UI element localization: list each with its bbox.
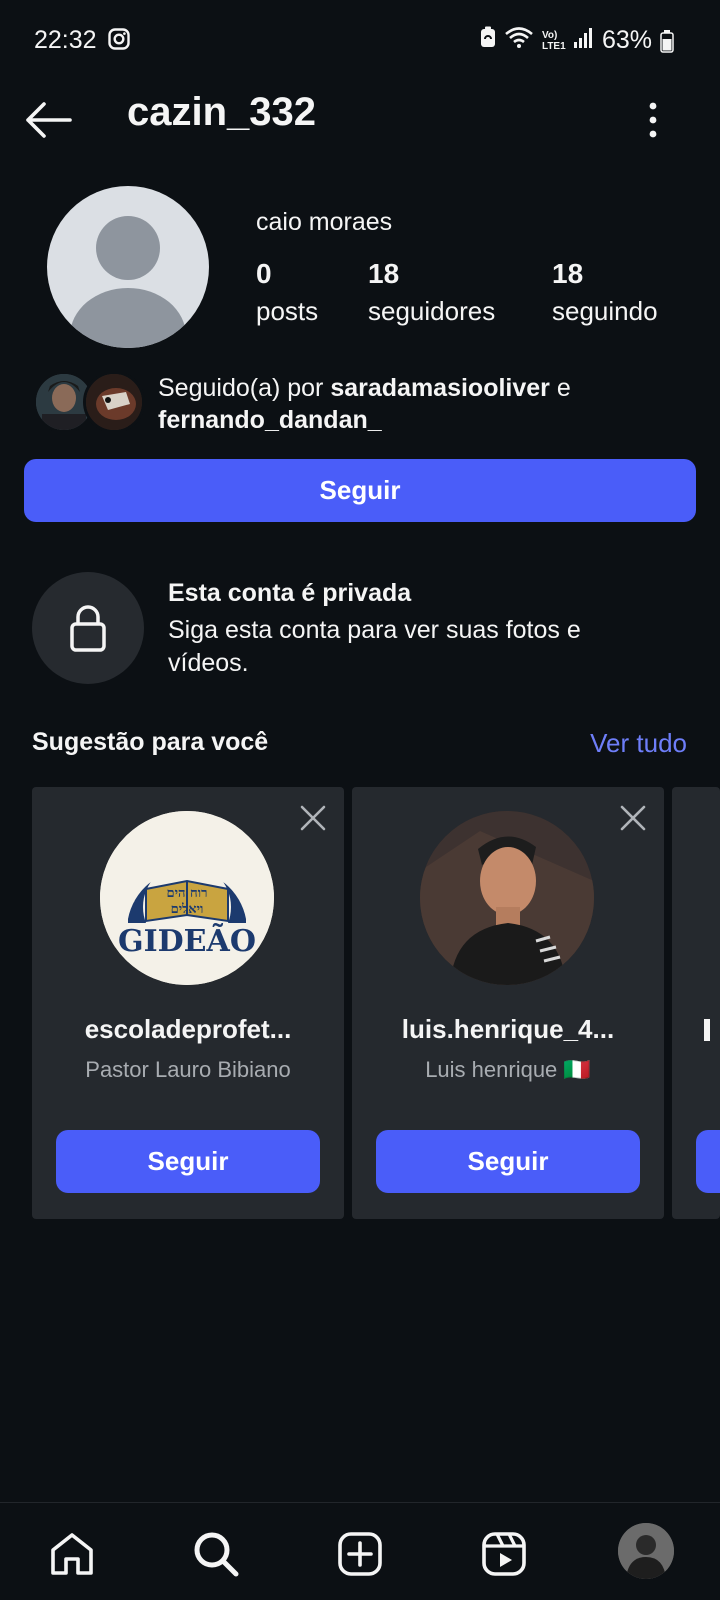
- followed-by-prefix: Seguido(a) por: [158, 374, 331, 402]
- following-stat[interactable]: 18 seguindo: [552, 258, 658, 327]
- more-vertical-icon: [649, 102, 657, 138]
- followers-count: 18: [368, 258, 400, 289]
- add-post-icon: [338, 1532, 382, 1576]
- suggestion-follow-button[interactable]: Seguir: [376, 1130, 640, 1193]
- status-bar: 22:32 Vo) LTE1 63%: [0, 0, 720, 84]
- suggestion-follow-button-partial[interactable]: [696, 1130, 720, 1193]
- battery-percent: 63%: [601, 26, 652, 54]
- nav-search[interactable]: [191, 1529, 241, 1579]
- private-account-title: Esta conta é privada: [168, 579, 412, 607]
- posts-label: posts: [256, 296, 319, 326]
- suggestion-username[interactable]: escoladeprofet...: [32, 1014, 344, 1045]
- private-lock-badge: [32, 572, 144, 684]
- close-icon: [300, 805, 326, 831]
- profile-full-name: caio moraes: [256, 208, 393, 236]
- suggestion-card-partial[interactable]: [672, 787, 720, 1219]
- followers-stat[interactable]: 18 seguidores: [368, 258, 495, 327]
- dismiss-suggestion-button[interactable]: [300, 805, 326, 831]
- followers-label: seguidores: [368, 296, 496, 326]
- suggestions-title: Sugestão para você: [32, 728, 269, 756]
- battery-saver-icon: [480, 26, 496, 55]
- bottom-navigation: [0, 1502, 720, 1600]
- posts-count: 0: [256, 258, 272, 289]
- network-label: Vo) LTE1: [541, 29, 566, 52]
- suggestion-avatar[interactable]: [420, 811, 594, 985]
- signal-icon: [573, 26, 594, 55]
- wifi-icon: [504, 26, 534, 55]
- suggestion-card[interactable]: ESCOLA DE PROFETAS רוח הים ויאלים GIDEÃO…: [32, 787, 344, 1219]
- following-count: 18: [552, 258, 584, 289]
- suggestion-avatar[interactable]: ESCOLA DE PROFETAS רוח הים ויאלים GIDEÃO: [100, 811, 274, 985]
- suggestion-username[interactable]: luis.henrique_4...: [352, 1014, 664, 1045]
- posts-stat: 0 posts: [256, 258, 318, 327]
- mutual-avatar-2: [83, 371, 145, 433]
- default-avatar-icon: [70, 216, 186, 348]
- following-label: seguindo: [552, 296, 658, 326]
- profile-header: cazin_332: [0, 84, 720, 194]
- back-button[interactable]: [22, 94, 74, 146]
- see-all-link[interactable]: Ver tudo: [590, 728, 687, 759]
- followed-by-joiner: e: [549, 374, 571, 402]
- followed-by-user-1[interactable]: saradamasiooliver: [330, 374, 550, 402]
- status-time: 22:32: [34, 26, 97, 54]
- nav-reels[interactable]: [479, 1529, 529, 1579]
- close-icon: [620, 805, 646, 831]
- logo-hebrew-2: ויאלים: [171, 902, 204, 917]
- more-options-button[interactable]: [638, 94, 668, 146]
- gideao-logo: ESCOLA DE PROFETAS רוח הים ויאלים GIDEÃO: [100, 811, 274, 985]
- nav-profile-avatar[interactable]: [618, 1523, 674, 1579]
- suggestion-follow-button[interactable]: Seguir: [56, 1130, 320, 1193]
- status-indicators: Vo) LTE1 63%: [480, 26, 674, 55]
- lock-icon: [70, 605, 106, 652]
- followed-by-text[interactable]: Seguido(a) por saradamasiooliver e fernan…: [158, 372, 678, 436]
- nav-create[interactable]: [335, 1529, 385, 1579]
- suggestion-card[interactable]: luis.henrique_4... Luis henrique 🇮🇹 Segu…: [352, 787, 664, 1219]
- nav-home[interactable]: [47, 1529, 97, 1579]
- dismiss-suggestion-button[interactable]: [620, 805, 646, 831]
- avatar: [618, 1523, 674, 1579]
- followed-by-user-2[interactable]: fernando_dandan_: [158, 406, 382, 434]
- home-icon: [51, 1533, 93, 1575]
- suggestion-name: Pastor Lauro Bibiano: [85, 1057, 291, 1082]
- person-photo: [420, 811, 594, 985]
- logo-text: GIDEÃO: [118, 923, 256, 959]
- suggestion-username-partial: [704, 1019, 710, 1041]
- follow-button[interactable]: Seguir: [24, 459, 696, 522]
- suggestion-name: Luis henrique 🇮🇹: [425, 1057, 591, 1082]
- profile-username: cazin_332: [127, 90, 317, 134]
- arrow-left-icon: [26, 102, 72, 138]
- instagram-notification-icon: [108, 28, 130, 55]
- private-account-description: Siga esta conta para ver suas fotos e ví…: [168, 616, 581, 677]
- mutual-followers-avatars[interactable]: [33, 371, 145, 433]
- reels-icon: [482, 1532, 526, 1576]
- profile-avatar[interactable]: [47, 186, 209, 348]
- battery-icon: [660, 29, 674, 53]
- search-icon: [194, 1532, 239, 1577]
- logo-hebrew-1: רוח הים: [167, 886, 208, 901]
